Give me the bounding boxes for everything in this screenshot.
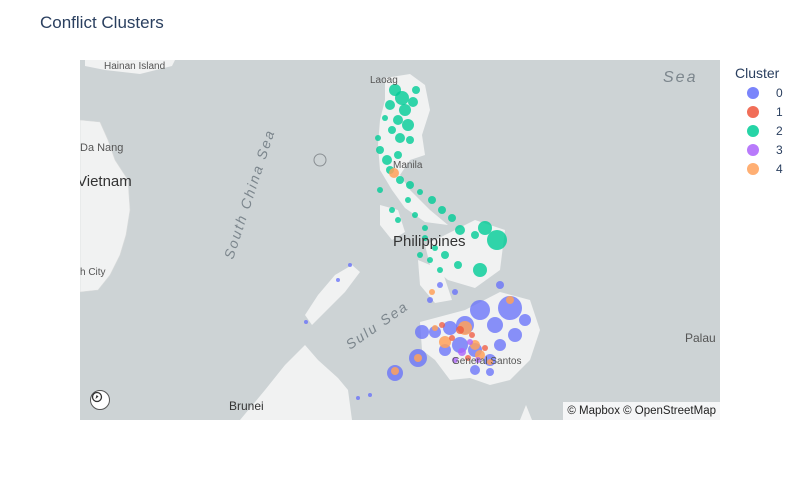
label-south-china-sea: South China Sea: [221, 127, 278, 261]
legend-item-1[interactable]: 1: [735, 102, 783, 121]
legend-label: 2: [776, 123, 783, 138]
label-philippines: Philippines: [393, 233, 466, 250]
legend-swatch: [747, 162, 759, 175]
label-sulu-sea: Sulu Sea: [343, 298, 412, 353]
legend-swatch: [747, 105, 759, 118]
label-brunei: Brunei: [229, 399, 264, 413]
label-palau: Palau: [685, 331, 716, 345]
luzon: [378, 74, 448, 225]
mapbox-logo-icon[interactable]: [90, 390, 110, 410]
label-vietnam: Vietnam: [80, 173, 132, 190]
legend: Cluster 0 1 2 3 4: [735, 65, 783, 178]
label-hainan: Hainan Island: [104, 61, 165, 72]
legend-swatch: [747, 124, 759, 137]
map-attribution[interactable]: © Mapbox © OpenStreetMap: [563, 402, 720, 420]
legend-item-4[interactable]: 4: [735, 159, 783, 178]
legend-swatch: [747, 86, 759, 99]
legend-item-2[interactable]: 2: [735, 121, 783, 140]
legend-item-3[interactable]: 3: [735, 140, 783, 159]
legend-item-0[interactable]: 0: [735, 83, 783, 102]
legend-title: Cluster: [735, 65, 780, 81]
label-manila: Manila: [393, 160, 423, 171]
palawan: [305, 265, 360, 325]
label-sea-top: Sea: [663, 69, 697, 86]
legend-label: 1: [776, 104, 783, 119]
legend-swatch: [747, 143, 759, 156]
chart-title: Conflict Clusters: [40, 13, 164, 32]
label-da-nang: Da Nang: [80, 142, 123, 154]
label-laoag: Laoag: [370, 75, 398, 86]
legend-label: 4: [776, 161, 783, 176]
map-view[interactable]: Hainan Island Sea Laoag Da Nang Vietnam …: [80, 60, 720, 420]
reef-marker: [313, 153, 327, 167]
label-hcm-city: h City: [80, 267, 106, 278]
sulawesi-edge: [520, 405, 532, 420]
label-general-santos: General Santos: [452, 356, 522, 367]
basemap: Hainan Island Sea Laoag Da Nang Vietnam …: [80, 60, 716, 420]
legend-label: 3: [776, 142, 783, 157]
legend-label: 0: [776, 85, 783, 100]
